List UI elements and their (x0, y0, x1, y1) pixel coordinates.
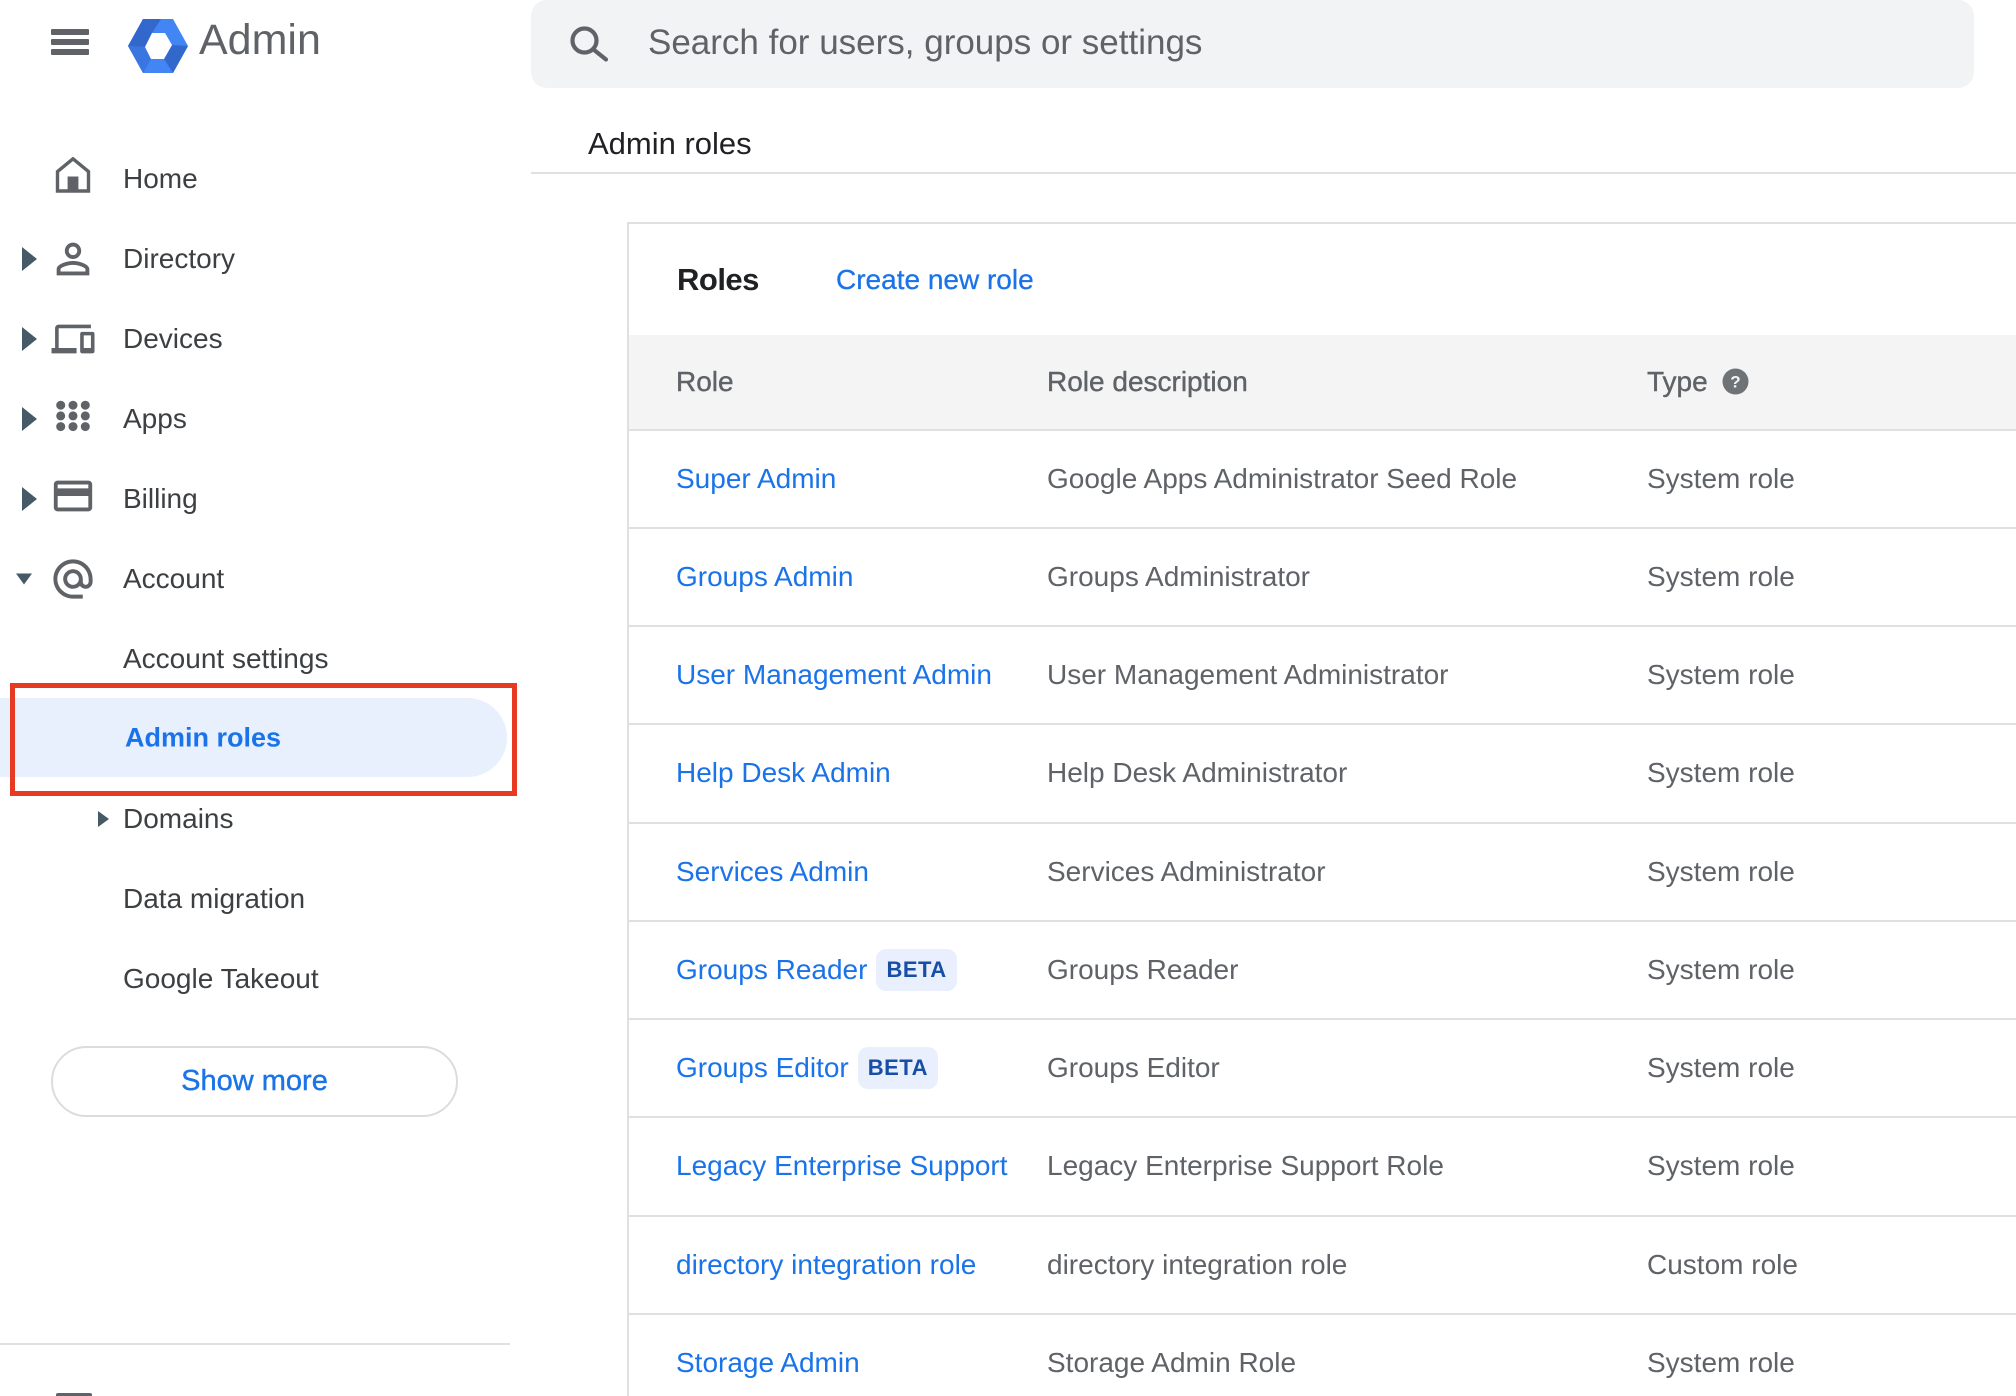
svg-text:?: ? (1730, 373, 1740, 392)
